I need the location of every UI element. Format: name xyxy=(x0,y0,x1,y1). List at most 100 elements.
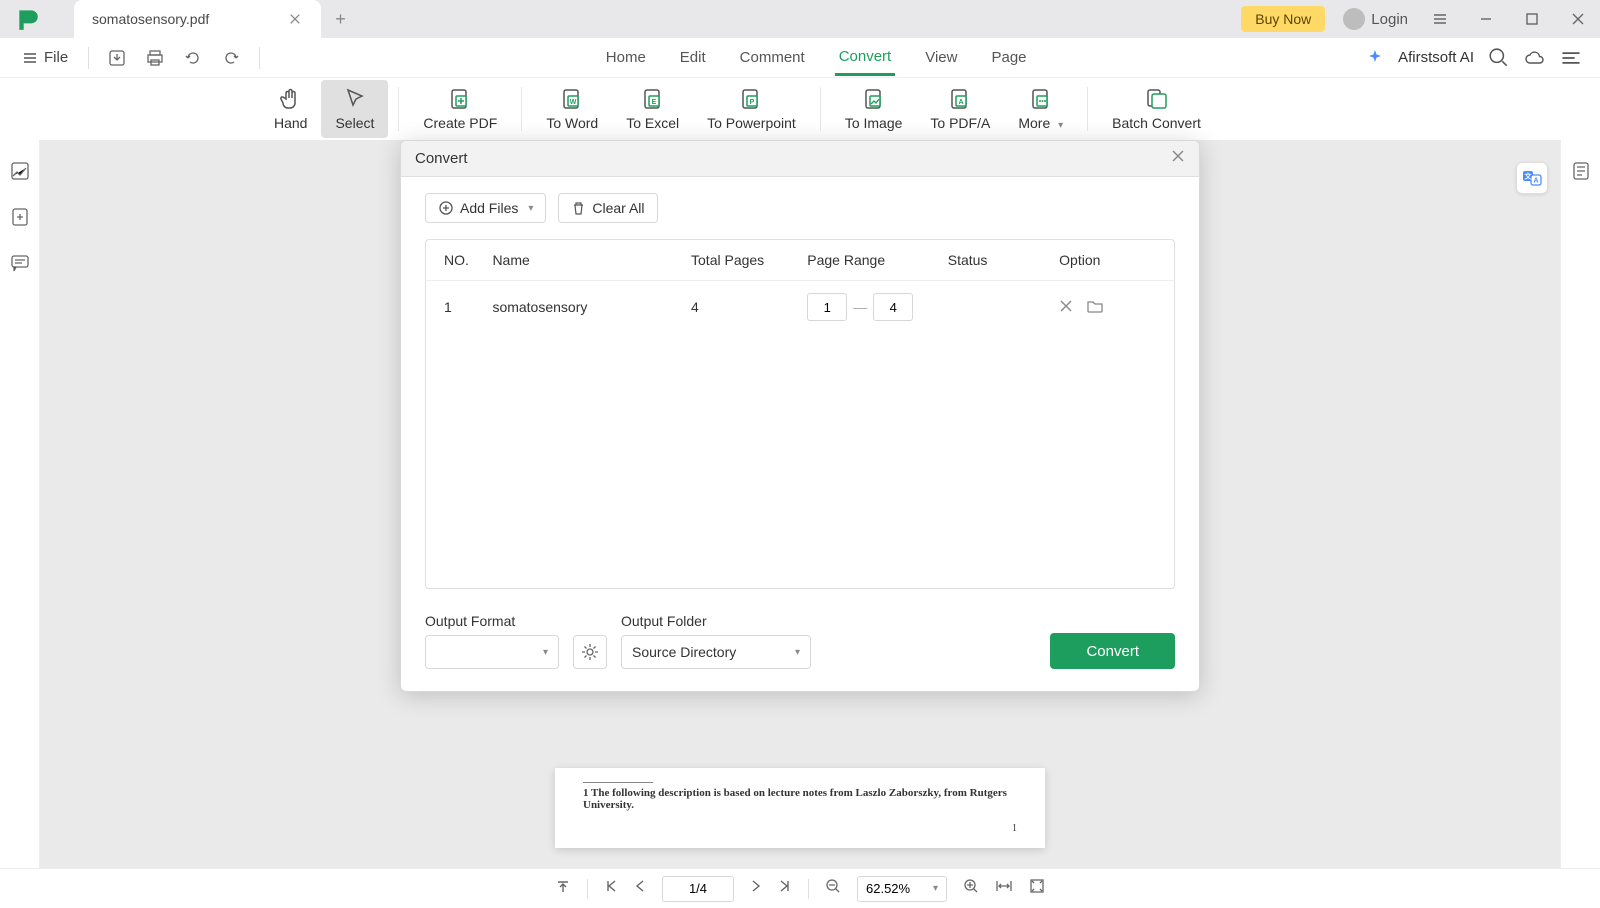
add-files-button[interactable]: Add Files ▾ xyxy=(425,193,546,223)
zoom-in-icon[interactable] xyxy=(963,878,979,899)
chevron-down-icon: ▾ xyxy=(933,883,938,894)
table-row[interactable]: 1 somatosensory 4 — xyxy=(426,281,1174,333)
settings-lines-icon[interactable] xyxy=(1560,47,1582,69)
tool-more-label: More ▾ xyxy=(1018,115,1063,131)
next-page-icon[interactable] xyxy=(750,879,762,898)
scroll-top-icon[interactable] xyxy=(555,878,571,899)
fit-page-icon[interactable] xyxy=(1029,878,1045,899)
titlebar-right: Buy Now Login xyxy=(1241,5,1600,33)
range-from-input[interactable] xyxy=(807,293,847,321)
last-page-icon[interactable] xyxy=(778,879,792,898)
tab-home[interactable]: Home xyxy=(602,41,650,74)
ai-button[interactable]: Afirstsoft AI xyxy=(1398,49,1474,66)
table-head: NO. Name Total Pages Page Range Status O… xyxy=(426,240,1174,281)
buy-now-button[interactable]: Buy Now xyxy=(1241,6,1325,32)
tool-hand[interactable]: Hand xyxy=(260,80,321,138)
convert-dialog: Convert Add Files ▾ Clear All NO. Name T… xyxy=(400,140,1200,692)
cloud-icon[interactable] xyxy=(1524,47,1546,69)
tool-to-pdfa[interactable]: A To PDF/A xyxy=(916,80,1004,138)
col-pages: Total Pages xyxy=(691,252,807,268)
translate-widget[interactable]: 文A xyxy=(1516,162,1548,194)
more-icon xyxy=(1029,87,1053,111)
convert-button[interactable]: Convert xyxy=(1050,633,1175,669)
tool-batch-convert[interactable]: Batch Convert xyxy=(1098,80,1215,138)
right-rail xyxy=(1560,140,1600,868)
tool-more[interactable]: More ▾ xyxy=(1004,80,1077,138)
row-pages: 4 xyxy=(691,299,807,315)
row-option xyxy=(1059,299,1156,316)
row-name: somatosensory xyxy=(492,299,691,315)
document-tab[interactable]: somatosensory.pdf xyxy=(74,0,321,38)
prev-page-icon[interactable] xyxy=(634,879,646,898)
col-range: Page Range xyxy=(807,252,947,268)
tab-view[interactable]: View xyxy=(921,41,961,74)
close-icon[interactable] xyxy=(1564,5,1592,33)
statusbar: 62.52% ▾ xyxy=(0,868,1600,908)
maximize-icon[interactable] xyxy=(1518,5,1546,33)
login-label: Login xyxy=(1371,11,1408,28)
tab-convert[interactable]: Convert xyxy=(835,40,896,76)
tool-to-word-label: To Word xyxy=(546,115,598,131)
output-folder-label: Output Folder xyxy=(621,613,811,629)
zoom-select[interactable]: 62.52% ▾ xyxy=(857,876,947,902)
clear-all-label: Clear All xyxy=(592,200,644,216)
tool-to-powerpoint[interactable]: P To Powerpoint xyxy=(693,80,810,138)
thumbnails-icon[interactable] xyxy=(9,160,31,182)
output-folder-select[interactable]: Source Directory ▾ xyxy=(621,635,811,669)
tool-to-word[interactable]: W To Word xyxy=(532,80,612,138)
output-format-select[interactable]: ▾ xyxy=(425,635,559,669)
range-to-input[interactable] xyxy=(873,293,913,321)
tab-edit[interactable]: Edit xyxy=(676,41,710,74)
tool-select-label: Select xyxy=(335,115,374,131)
chevron-down-icon: ▾ xyxy=(1058,120,1063,131)
undo-icon[interactable] xyxy=(177,42,209,74)
output-format-settings-button[interactable] xyxy=(573,635,607,669)
dialog-title: Convert xyxy=(415,150,468,167)
file-menu[interactable]: File xyxy=(14,45,76,70)
gear-icon xyxy=(581,643,599,661)
col-no: NO. xyxy=(444,252,492,268)
search-icon[interactable] xyxy=(1488,47,1510,69)
tab-comment[interactable]: Comment xyxy=(736,41,809,74)
tool-hand-label: Hand xyxy=(274,115,307,131)
convert-toolbar: Hand Select Create PDF W To Word E To Ex… xyxy=(0,78,1600,140)
tab-page[interactable]: Page xyxy=(987,41,1030,74)
tool-to-powerpoint-label: To Powerpoint xyxy=(707,115,796,131)
page-input[interactable] xyxy=(662,876,734,902)
redo-icon[interactable] xyxy=(215,42,247,74)
dialog-close-icon[interactable] xyxy=(1171,149,1185,168)
hamburger-menu-icon[interactable] xyxy=(1426,5,1454,33)
tool-to-image[interactable]: To Image xyxy=(831,80,917,138)
comments-icon[interactable] xyxy=(9,252,31,274)
fit-width-icon[interactable] xyxy=(995,879,1013,898)
clear-all-button[interactable]: Clear All xyxy=(558,193,657,223)
svg-text:W: W xyxy=(570,99,577,106)
zoom-out-icon[interactable] xyxy=(825,878,841,899)
tool-select[interactable]: Select xyxy=(321,80,388,138)
avatar-icon xyxy=(1343,8,1365,30)
row-folder-icon[interactable] xyxy=(1087,299,1103,316)
create-pdf-icon xyxy=(448,87,472,111)
to-pdfa-icon: A xyxy=(948,87,972,111)
print-icon[interactable] xyxy=(139,42,171,74)
minimize-icon[interactable] xyxy=(1472,5,1500,33)
row-remove-icon[interactable] xyxy=(1059,299,1073,316)
tool-create-pdf[interactable]: Create PDF xyxy=(409,80,511,138)
ai-sparkle-icon xyxy=(1366,49,1384,67)
tool-to-excel[interactable]: E To Excel xyxy=(612,80,693,138)
app-logo xyxy=(12,3,44,35)
login-button[interactable]: Login xyxy=(1343,8,1408,30)
first-page-icon[interactable] xyxy=(604,879,618,898)
new-tab-button[interactable]: + xyxy=(335,9,346,30)
chevron-down-icon: ▾ xyxy=(795,647,800,658)
file-table: NO. Name Total Pages Page Range Status O… xyxy=(425,239,1175,589)
col-option: Option xyxy=(1059,252,1156,268)
save-icon[interactable] xyxy=(101,42,133,74)
left-rail xyxy=(0,140,40,868)
properties-icon[interactable] xyxy=(1570,160,1592,187)
tab-close-icon[interactable] xyxy=(289,12,303,26)
titlebar: somatosensory.pdf + Buy Now Login xyxy=(0,0,1600,38)
svg-text:A: A xyxy=(959,99,964,106)
bookmarks-icon[interactable] xyxy=(9,206,31,228)
batch-convert-icon xyxy=(1145,87,1169,111)
